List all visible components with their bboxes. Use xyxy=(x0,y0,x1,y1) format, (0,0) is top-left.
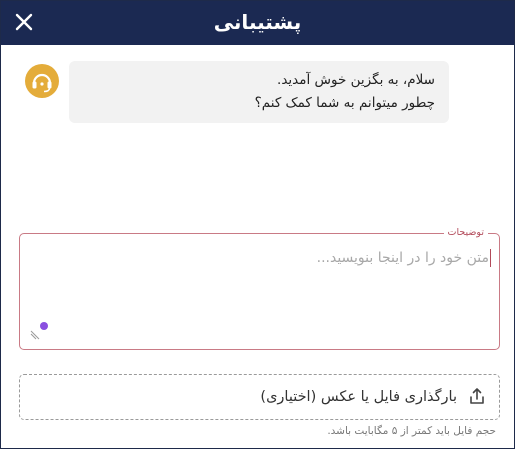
grammar-assistant-icon[interactable] xyxy=(40,322,48,330)
upload-file-button[interactable]: بارگذاری فایل یا عکس (اختیاری) xyxy=(19,374,500,420)
description-textarea[interactable]: توضیحات متن خود را در اینجا بنویسید... xyxy=(19,226,500,350)
resize-grip-icon[interactable] xyxy=(30,330,40,340)
description-placeholder: متن خود را در اینجا بنویسید... xyxy=(316,250,489,266)
chat-message-line: چطور میتوانم به شما کمک کنم؟ xyxy=(254,95,435,111)
chat-message-bubble: سلام، به بگزین خوش آمدید. چطور میتوانم ب… xyxy=(69,61,449,123)
upload-label: بارگذاری فایل یا عکس (اختیاری) xyxy=(260,389,457,405)
page-title: پشتیبانی xyxy=(213,10,302,34)
upload-size-hint: حجم فایل باید کمتر از ۵ مگابایت باشد. xyxy=(327,425,496,437)
text-caret xyxy=(490,249,491,267)
support-chat-window: پشتیبانی سلام، به بگزین خوش آمدید. چطور … xyxy=(0,0,515,449)
headset-support-icon xyxy=(25,64,59,98)
upload-icon xyxy=(470,388,484,404)
header-bar: پشتیبانی xyxy=(1,1,514,45)
chat-message-line: سلام، به بگزین خوش آمدید. xyxy=(277,72,435,88)
description-label: توضیحات xyxy=(443,226,488,240)
